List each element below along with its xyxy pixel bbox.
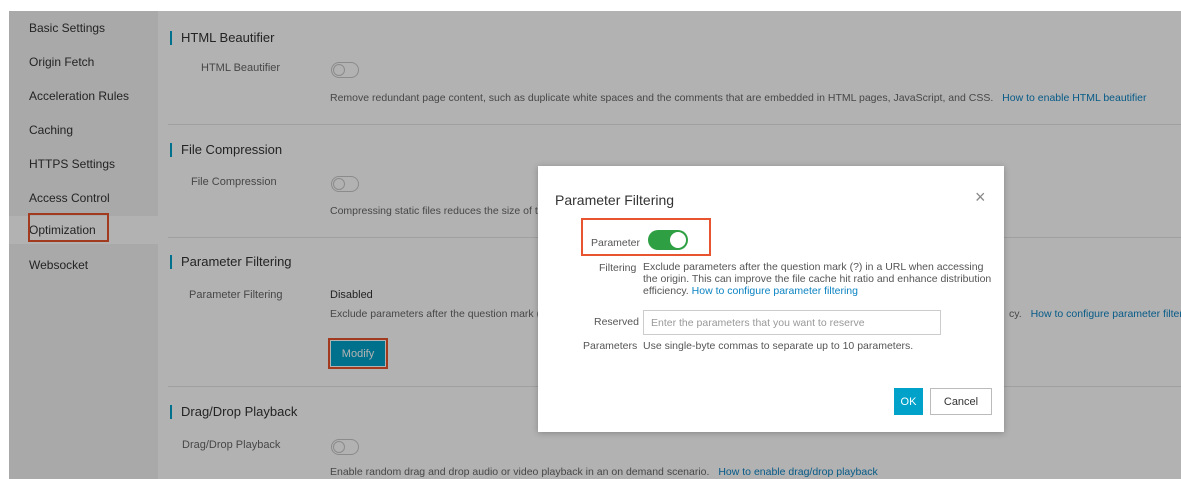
ok-button[interactable]: OK — [894, 388, 923, 415]
app-frame: Basic Settings Origin Fetch Acceleration… — [9, 11, 1181, 479]
filter-desc-line-3: efficiency. How to configure parameter f… — [643, 286, 858, 297]
cancel-button[interactable]: Cancel — [930, 388, 992, 415]
filter-desc-last: efficiency. — [643, 285, 689, 297]
filter-desc-line-1: Exclude parameters after the question ma… — [643, 261, 984, 273]
reserved-parameters-hint: Use single-byte commas to separate up to… — [643, 340, 914, 352]
parameter-filtering-dialog: Parameter Filtering × Parameter Filterin… — [538, 166, 1004, 432]
filter-desc-line-2: the origin. This can improve the file ca… — [643, 273, 992, 285]
parameter-toggle-highlight-box — [581, 218, 711, 256]
reserved-parameters-input[interactable] — [643, 310, 941, 335]
configure-parameter-filtering-link[interactable]: How to configure parameter filtering — [692, 285, 858, 297]
reserved-label: Reserved — [594, 316, 639, 328]
close-icon[interactable]: × — [975, 188, 986, 206]
dialog-title: Parameter Filtering — [555, 192, 675, 208]
filtering-label: Filtering — [599, 262, 637, 274]
parameters-label: Parameters — [583, 340, 638, 352]
